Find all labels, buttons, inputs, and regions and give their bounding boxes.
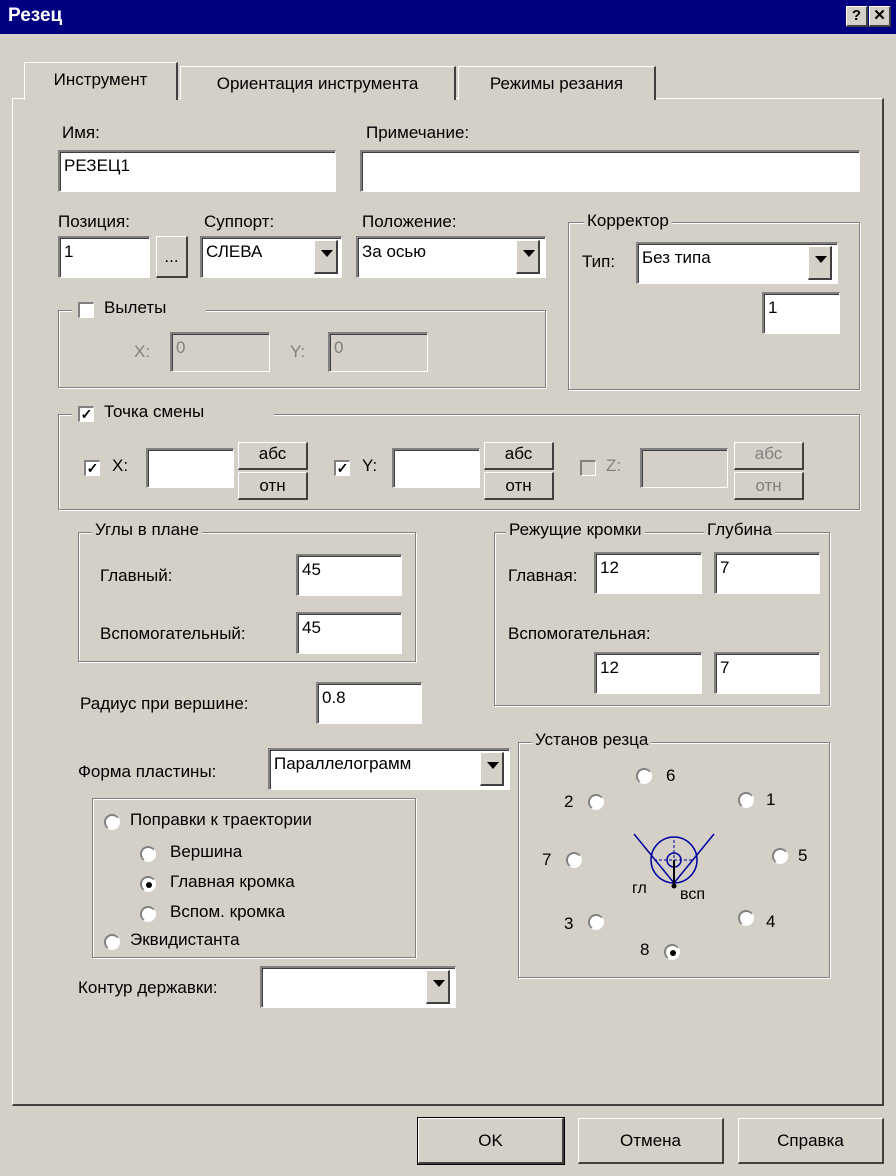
- overhang-checkbox[interactable]: [78, 302, 94, 318]
- note-input[interactable]: [360, 150, 860, 192]
- radio-path-corrections[interactable]: [104, 814, 120, 830]
- holder-label: Контур державки:: [78, 978, 218, 997]
- position-browse-button[interactable]: ...: [156, 236, 188, 278]
- setup-radio-7[interactable]: [566, 852, 582, 868]
- change-y-abs-button[interactable]: абс: [484, 442, 554, 470]
- window-title: Резец: [8, 5, 63, 26]
- setup-label-6: 6: [666, 766, 676, 785]
- help-icon[interactable]: ?: [846, 6, 868, 27]
- setup-title: Установ резца: [532, 730, 652, 750]
- setup-label-7: 7: [542, 850, 552, 869]
- change-z-rel-button[interactable]: отн: [734, 472, 804, 500]
- overhang-y-label: Y:: [290, 342, 306, 361]
- cutting-edges-title: Режущие кромки: [506, 520, 645, 540]
- change-y-rel-button[interactable]: отн: [484, 472, 554, 500]
- setup-label-8: 8: [640, 940, 650, 959]
- chevron-down-icon[interactable]: [426, 970, 450, 1004]
- overhang-title: Вылеты: [104, 298, 167, 317]
- equidistant-label: Эквидистанта: [130, 930, 240, 949]
- edge-aux-label: Вспомогательная:: [508, 624, 651, 643]
- change-z-checkbox[interactable]: [580, 460, 596, 476]
- radio-equidistant[interactable]: [104, 934, 120, 950]
- change-x-rel-button[interactable]: отн: [238, 472, 308, 500]
- change-x-abs-button[interactable]: абс: [238, 442, 308, 470]
- setup-label-5: 5: [798, 846, 808, 865]
- corrector-title: Корректор: [584, 211, 672, 231]
- setup-label-2: 2: [564, 792, 574, 811]
- edge-aux-input[interactable]: 12: [594, 652, 702, 694]
- radio-aux-edge[interactable]: [140, 906, 156, 922]
- overhang-y-input[interactable]: 0: [328, 332, 428, 372]
- setup-gl-label: гл: [632, 880, 647, 897]
- name-label: Имя:: [62, 123, 100, 142]
- chevron-down-icon[interactable]: [314, 240, 338, 274]
- tab-instrument[interactable]: Инструмент: [24, 62, 178, 100]
- setup-radio-2[interactable]: [588, 794, 604, 810]
- change-point-checkbox[interactable]: ✓: [78, 406, 94, 422]
- plan-aux-input[interactable]: 45: [296, 612, 402, 654]
- setup-radio-8[interactable]: [664, 944, 680, 960]
- change-z-input[interactable]: [640, 448, 728, 488]
- change-x-input[interactable]: [146, 448, 234, 488]
- tab-orientation[interactable]: Ориентация инструмента: [180, 66, 456, 100]
- vertex-label: Вершина: [170, 842, 243, 861]
- setup-label-4: 4: [766, 912, 776, 931]
- change-x-checkbox[interactable]: ✓: [84, 460, 100, 476]
- change-y-checkbox[interactable]: ✓: [334, 460, 350, 476]
- position-input[interactable]: 1: [58, 236, 150, 278]
- setup-radio-3[interactable]: [588, 914, 604, 930]
- help-button[interactable]: Справка: [738, 1118, 884, 1164]
- corrector-type-label: Тип:: [582, 252, 616, 271]
- overhang-x-input[interactable]: 0: [170, 332, 270, 372]
- insert-shape-label: Форма пластины:: [78, 762, 217, 781]
- setup-radio-1[interactable]: [738, 792, 754, 808]
- ok-button[interactable]: OK: [417, 1117, 565, 1165]
- insert-shape-select[interactable]: Параллелограмм: [268, 748, 510, 790]
- tip-radius-input[interactable]: 0.8: [316, 682, 422, 724]
- tip-radius-label: Радиус при вершине:: [80, 694, 249, 713]
- tab-cutting-modes[interactable]: Режимы резания: [458, 66, 656, 100]
- change-y-label: Y:: [362, 456, 378, 475]
- change-point-title: Точка смены: [104, 402, 205, 421]
- main-edge-label: Главная кромка: [170, 872, 295, 891]
- path-corrections-label: Поправки к траектории: [130, 810, 312, 829]
- setup-label-1: 1: [766, 790, 776, 809]
- position-label: Позиция:: [58, 212, 130, 231]
- edge-main-input[interactable]: 12: [594, 552, 702, 594]
- cancel-button[interactable]: Отмена: [578, 1118, 724, 1164]
- chevron-down-icon[interactable]: [516, 240, 540, 274]
- change-z-abs-button[interactable]: абс: [734, 442, 804, 470]
- name-input[interactable]: РЕЗЕЦ1: [58, 150, 336, 192]
- radio-main-edge[interactable]: [140, 876, 156, 892]
- change-z-label: Z:: [606, 456, 622, 475]
- corrector-number-input[interactable]: 1: [762, 292, 840, 334]
- plan-aux-label: Вспомогательный:: [100, 624, 246, 643]
- plan-main-label: Главный:: [100, 566, 173, 585]
- chevron-down-icon[interactable]: [808, 246, 832, 280]
- plan-angles-title: Углы в плане: [92, 520, 202, 540]
- title-bar: [0, 0, 896, 34]
- radio-vertex[interactable]: [140, 846, 156, 862]
- note-label: Примечание:: [366, 123, 470, 142]
- support-label: Суппорт:: [204, 212, 275, 231]
- aux-edge-label: Вспом. кромка: [170, 902, 285, 921]
- setup-radio-4[interactable]: [738, 910, 754, 926]
- overhang-x-label: X:: [134, 342, 151, 361]
- change-y-input[interactable]: [392, 448, 480, 488]
- close-icon[interactable]: ✕: [869, 6, 891, 27]
- change-x-label: X:: [112, 456, 129, 475]
- setup-radio-5[interactable]: [772, 848, 788, 864]
- placement-label: Положение:: [362, 212, 457, 231]
- setup-radio-6[interactable]: [636, 768, 652, 784]
- depth-title: Глубина: [704, 520, 775, 540]
- edge-aux-depth-input[interactable]: 7: [714, 652, 820, 694]
- chevron-down-icon[interactable]: [480, 752, 504, 786]
- edge-main-label: Главная:: [508, 566, 578, 585]
- setup-vsp-label: всп: [680, 886, 705, 903]
- setup-label-3: 3: [564, 914, 574, 933]
- plan-main-input[interactable]: 45: [296, 554, 402, 596]
- edge-main-depth-input[interactable]: 7: [714, 552, 820, 594]
